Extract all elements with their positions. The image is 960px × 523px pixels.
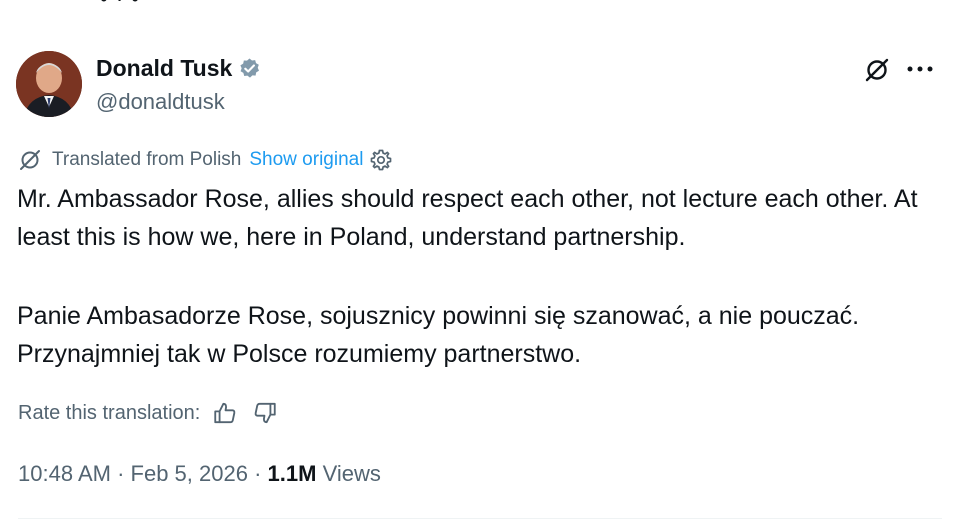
author-name-row[interactable]: Donald Tusk (96, 55, 261, 82)
post-date[interactable]: Feb 5, 2026 (131, 461, 248, 487)
rate-translation-row: Rate this translation: (18, 398, 278, 428)
previous-post-fragment: • · • (100, 0, 140, 12)
show-original-link[interactable]: Show original (249, 149, 363, 171)
grok-icon (865, 58, 889, 82)
translate-icon (20, 150, 40, 170)
divider (18, 518, 942, 519)
translation-notice-text: Translated from Polish (52, 149, 242, 170)
avatar[interactable] (16, 51, 82, 117)
thumbs-down-icon[interactable] (252, 400, 278, 426)
author-handle[interactable]: @donaldtusk (96, 89, 225, 115)
post-meta: 10:48 AM · Feb 5, 2026 · 1.1M Views (18, 461, 381, 487)
more-options-button[interactable] (903, 55, 937, 83)
rate-translation-label: Rate this translation: (18, 401, 201, 424)
grok-button[interactable] (860, 55, 894, 85)
views-count: 1.1M (267, 461, 317, 486)
post-text-polish: Panie Ambasadorze Rose, sojusznicy powin… (17, 302, 860, 368)
more-dots-icon (907, 66, 933, 72)
meta-separator: · (247, 461, 268, 486)
post-time[interactable]: 10:48 AM (18, 461, 111, 487)
author-name[interactable]: Donald Tusk (96, 55, 232, 82)
gear-icon[interactable] (369, 148, 393, 172)
verified-badge-icon (240, 58, 260, 78)
thumbs-up-icon[interactable] (212, 400, 238, 426)
views-label: Views (322, 461, 381, 486)
translation-notice: Translated from Polish Show original (18, 147, 393, 173)
post-text-english: Mr. Ambassador Rose, allies should respe… (17, 185, 918, 251)
meta-separator: · (110, 461, 131, 486)
avatar-photo (16, 51, 82, 117)
